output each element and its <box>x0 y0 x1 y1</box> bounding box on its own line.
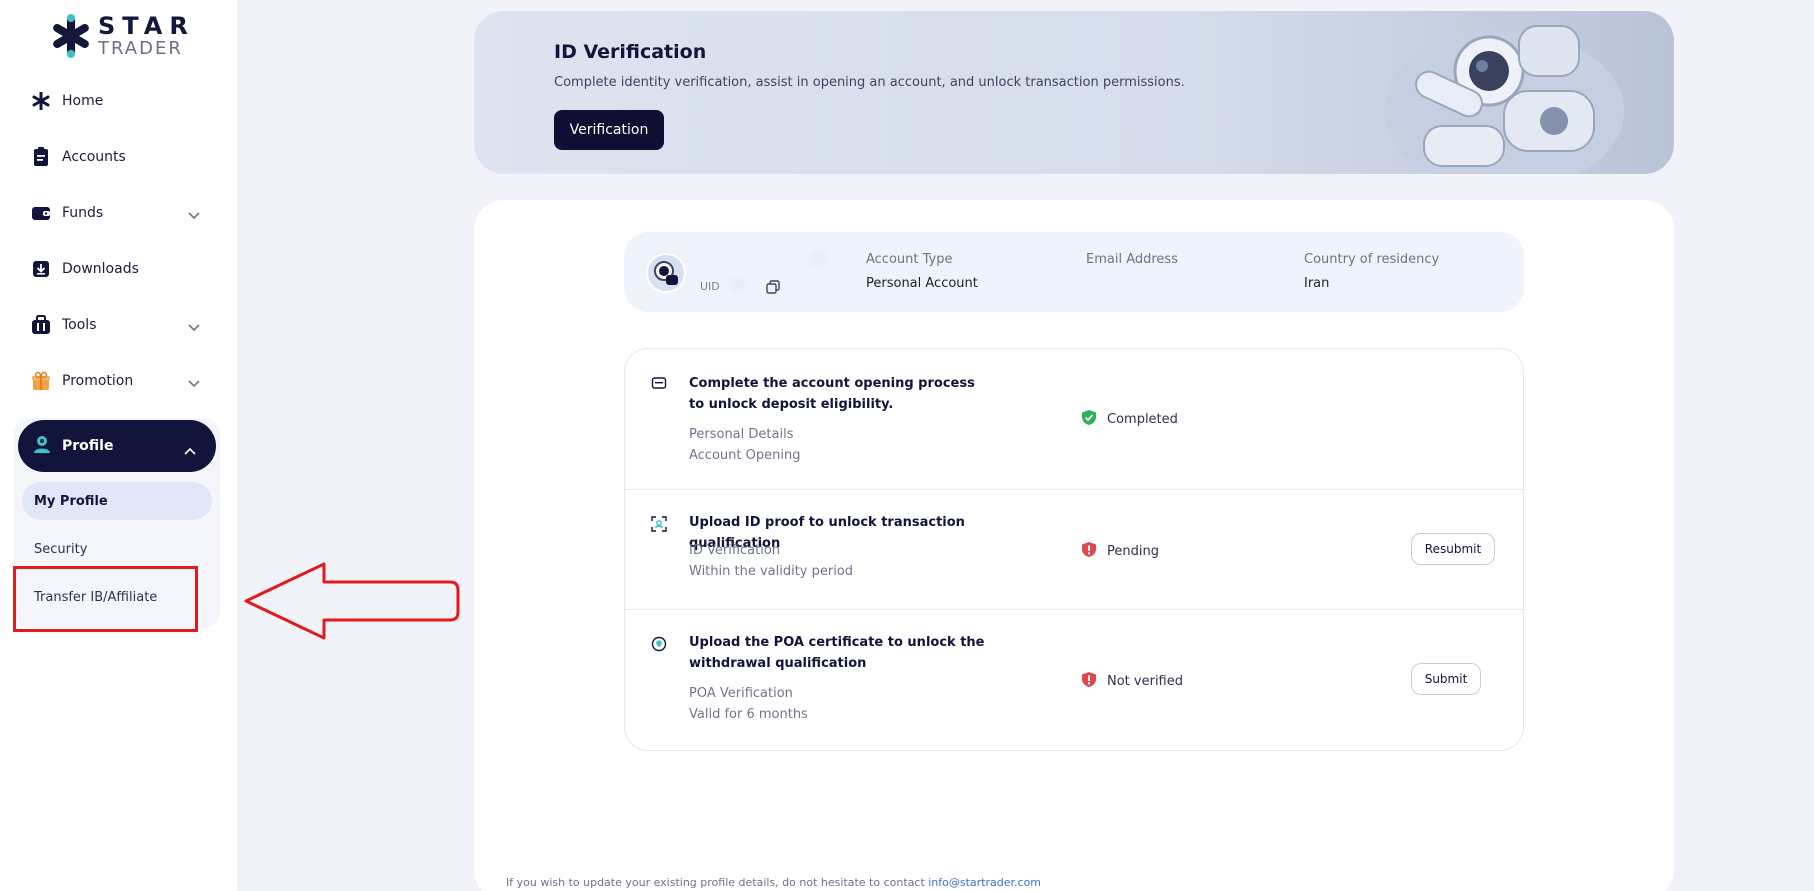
user-info-strip: UID Account Type Personal Account Email … <box>624 232 1524 312</box>
sidebar-item-label: Profile <box>62 438 114 454</box>
chevron-down-icon <box>188 373 200 392</box>
sidebar-item-label: Downloads <box>62 261 139 277</box>
wallet-icon <box>30 202 52 224</box>
shield-check-icon <box>1081 409 1097 430</box>
sidebar-item-label: Home <box>62 93 104 109</box>
step-subtitle: Personal Details <box>689 427 794 442</box>
chevron-up-icon <box>184 440 196 459</box>
verification-button[interactable]: Verification <box>554 110 664 150</box>
brand-name-line1: STAR <box>98 12 195 40</box>
redaction-blur <box>810 250 826 266</box>
step-id-verification: Upload ID proof to unlock transaction qu… <box>625 490 1525 610</box>
sidebar-item-funds[interactable]: Funds <box>30 198 200 228</box>
sidebar-item-label: Promotion <box>62 373 134 389</box>
annotation-arrow-icon <box>240 560 460 646</box>
shield-alert-icon <box>1081 671 1097 692</box>
step-subtitle: Within the validity period <box>689 564 854 579</box>
sidebar-item-label: Tools <box>62 317 97 333</box>
banner-description: Complete identity verification, assist i… <box>554 75 1185 90</box>
download-icon <box>30 258 52 280</box>
asterisk-icon <box>30 90 52 112</box>
clipboard-icon <box>30 146 52 168</box>
sidebar-item-label: Funds <box>62 205 104 221</box>
step-title: Complete the account opening process to … <box>689 376 975 412</box>
email-label: Email Address <box>1086 252 1178 267</box>
brand-logo[interactable]: STAR TRADER <box>52 12 192 60</box>
face-scan-icon <box>651 516 667 532</box>
country-label: Country of residency <box>1304 252 1440 267</box>
status-text: Pending <box>1107 544 1159 559</box>
step-subtitle: POA Verification <box>689 686 793 701</box>
support-email-link[interactable]: info@startrader.com <box>928 876 1041 889</box>
star-logo-icon <box>52 14 90 58</box>
verification-steps: Complete the account opening process to … <box>624 348 1525 752</box>
sidebar-item-promotion[interactable]: Promotion <box>30 366 200 396</box>
sidebar-item-home[interactable]: Home <box>30 86 200 116</box>
astronaut-illustration <box>1354 11 1654 174</box>
step-subtitle: Account Opening <box>689 448 801 463</box>
step-poa-verification: Upload the POA certificate to unlock the… <box>625 610 1525 752</box>
toolbox-icon <box>30 314 52 336</box>
footer-note: If you wish to update your existing prof… <box>506 876 1041 889</box>
resubmit-button[interactable]: Resubmit <box>1411 533 1495 565</box>
account-type-label: Account Type <box>866 252 953 267</box>
email-info: Email Address <box>1086 252 1178 276</box>
uid-label: UID <box>700 280 720 293</box>
chevron-down-icon <box>188 205 200 224</box>
card-icon <box>651 375 667 391</box>
uid-value-redacted <box>730 278 744 292</box>
sidebar-subitem-my-profile[interactable]: My Profile <box>22 482 212 520</box>
brand-name-line2: TRADER <box>98 38 183 59</box>
status-text: Not verified <box>1107 674 1183 689</box>
status-badge: Not verified <box>1081 671 1183 692</box>
account-type-info: Account Type Personal Account <box>866 252 978 291</box>
sidebar-item-label: Accounts <box>62 149 126 165</box>
avatar[interactable] <box>646 253 686 293</box>
annotation-highlight-box <box>13 566 198 632</box>
banner-title: ID Verification <box>554 41 707 63</box>
gift-icon <box>30 370 52 392</box>
submit-button[interactable]: Submit <box>1411 663 1481 695</box>
user-icon <box>32 434 52 458</box>
country-info: Country of residency Iran <box>1304 252 1439 291</box>
sidebar-item-profile[interactable]: Profile <box>18 420 216 472</box>
location-pin-icon <box>651 636 667 652</box>
sidebar-subitem-security[interactable]: Security <box>22 530 212 568</box>
status-badge: Pending <box>1081 541 1159 562</box>
profile-card: UID Account Type Personal Account Email … <box>474 200 1674 891</box>
id-verification-banner: ID Verification Complete identity verifi… <box>474 11 1674 174</box>
copy-icon[interactable] <box>766 279 780 298</box>
shield-alert-icon <box>1081 541 1097 562</box>
step-account-opening: Complete the account opening process to … <box>625 349 1525 490</box>
sidebar-item-accounts[interactable]: Accounts <box>30 142 200 172</box>
status-badge: Completed <box>1081 409 1178 430</box>
sidebar: STAR TRADER Home Accounts Funds Download… <box>0 0 237 891</box>
sidebar-item-downloads[interactable]: Downloads <box>30 254 200 284</box>
status-text: Completed <box>1107 412 1178 427</box>
step-subtitle: ID Verification <box>689 543 781 558</box>
account-type-value: Personal Account <box>866 276 978 291</box>
country-value: Iran <box>1304 276 1330 291</box>
sidebar-item-tools[interactable]: Tools <box>30 310 200 340</box>
step-subtitle: Valid for 6 months <box>689 707 808 722</box>
chevron-down-icon <box>188 317 200 336</box>
step-title: Upload the POA certificate to unlock the… <box>689 635 985 671</box>
footer-text: If you wish to update your existing prof… <box>506 876 929 889</box>
